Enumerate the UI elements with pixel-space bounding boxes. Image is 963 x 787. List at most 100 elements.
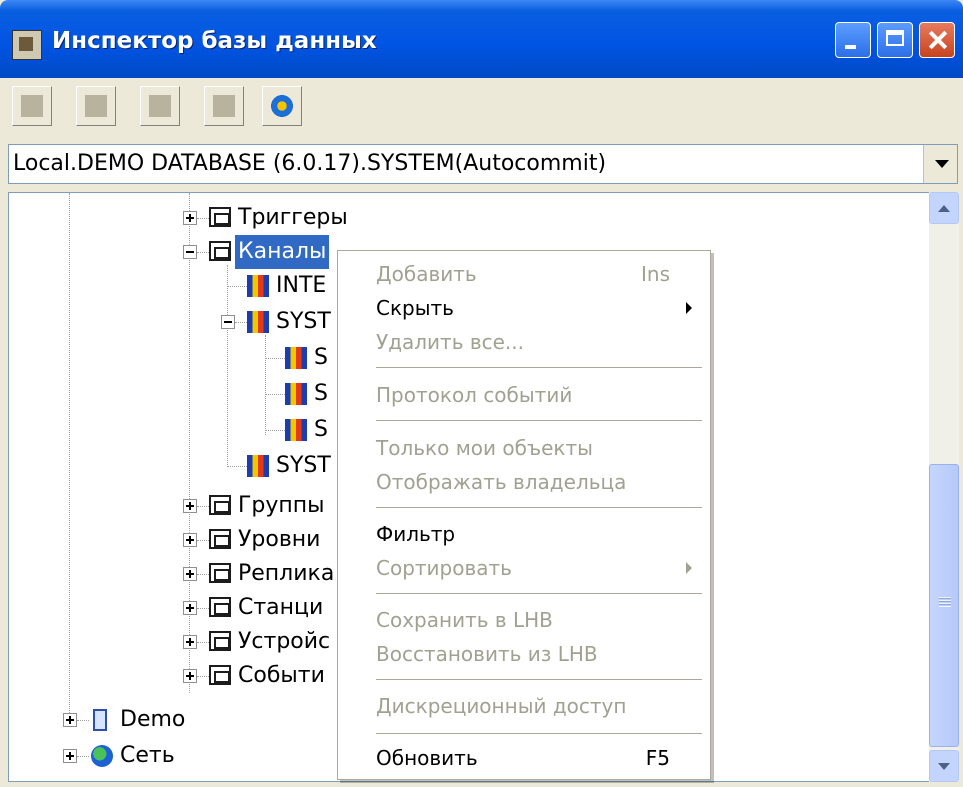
expand-icon[interactable] <box>183 499 197 513</box>
tree-node-events[interactable]: Событи <box>235 659 328 693</box>
tree-node-replicas[interactable]: Реплика <box>235 557 337 591</box>
tree-line <box>189 193 190 693</box>
tree-line <box>235 322 247 323</box>
menu-item-only-my-objects[interactable]: Только мои объекты <box>376 431 700 465</box>
tree-node-channel-syst[interactable]: SYST <box>273 449 334 483</box>
expand-icon[interactable] <box>63 713 77 727</box>
window-button[interactable] <box>204 86 244 126</box>
tree-line <box>197 540 209 541</box>
channel-icon <box>247 275 269 297</box>
expand-icon[interactable] <box>183 601 197 615</box>
connection-value: Local.DEMO DATABASE (6.0.17).SYSTEM(Auto… <box>13 151 607 176</box>
vertical-scrollbar[interactable] <box>929 192 959 782</box>
menu-shortcut: F5 <box>645 746 670 770</box>
tree-line <box>197 574 209 575</box>
channel-icon <box>285 419 307 441</box>
tree-node-groups[interactable]: Группы <box>235 489 328 523</box>
chevron-down-icon[interactable] <box>923 145 957 183</box>
folder-icon <box>209 241 231 261</box>
menu-item-add[interactable]: Добавить Ins <box>376 257 700 291</box>
tree-node-channel-child[interactable]: S <box>311 413 331 447</box>
toolbar <box>0 78 963 134</box>
menu-item-label: Восстановить из LHB <box>376 642 598 666</box>
menu-item-label: Дискреционный доступ <box>376 694 627 718</box>
menu-item-delete-all[interactable]: Удалить все... <box>376 325 700 359</box>
menu-item-refresh[interactable]: Обновить F5 <box>376 741 700 775</box>
maximize-button[interactable] <box>877 22 913 58</box>
scroll-up-button[interactable] <box>929 192 959 224</box>
tree-line <box>197 506 209 507</box>
menu-item-sort[interactable]: Сортировать <box>376 551 700 585</box>
bell-button[interactable] <box>140 86 180 126</box>
submenu-arrow-icon <box>686 562 692 574</box>
menu-item-label: Сортировать <box>376 556 512 580</box>
refresh-globe-icon <box>271 95 293 117</box>
folder-icon <box>209 495 231 515</box>
tree-node-demo[interactable]: Demo <box>117 703 188 737</box>
user-button[interactable] <box>76 86 116 126</box>
expand-icon[interactable] <box>63 749 77 763</box>
globe-icon <box>91 745 113 767</box>
window-title: Инспектор базы данных <box>52 28 377 54</box>
channel-icon <box>247 455 269 477</box>
add-button[interactable] <box>12 86 52 126</box>
tree-line <box>197 608 209 609</box>
tree-line <box>197 676 209 677</box>
add-icon <box>21 95 43 117</box>
menu-item-show-owner[interactable]: Отображать владельца <box>376 465 700 499</box>
refresh-globe-button[interactable] <box>262 86 302 126</box>
menu-shortcut: Ins <box>641 262 670 286</box>
tree-line <box>265 430 285 431</box>
menu-separator <box>376 733 702 734</box>
expand-icon[interactable] <box>183 635 197 649</box>
folder-icon <box>209 597 231 617</box>
menu-item-filter[interactable]: Фильтр <box>376 517 700 551</box>
database-icon <box>93 709 107 731</box>
scroll-down-button[interactable] <box>929 750 959 782</box>
window-icon <box>213 95 235 117</box>
menu-item-label: Только мои объекты <box>376 436 593 460</box>
tree-node-channel-child[interactable]: S <box>311 377 331 411</box>
menu-separator <box>376 593 702 594</box>
expand-icon[interactable] <box>183 669 197 683</box>
menu-item-discretionary-access[interactable]: Дискреционный доступ <box>376 689 700 723</box>
menu-separator <box>376 367 702 368</box>
tree-line <box>197 252 209 253</box>
menu-item-hide[interactable]: Скрыть <box>376 291 700 325</box>
title-bar[interactable]: Инспектор базы данных <box>0 0 963 90</box>
tree-node-channels[interactable]: Каналы <box>235 235 330 269</box>
tree-line <box>227 466 247 467</box>
channel-icon <box>285 383 307 405</box>
menu-item-label: Удалить все... <box>376 330 525 354</box>
scroll-thumb[interactable] <box>929 464 959 747</box>
collapse-icon[interactable] <box>183 245 197 259</box>
expand-icon[interactable] <box>183 567 197 581</box>
tree-line <box>265 335 266 435</box>
expand-icon[interactable] <box>183 533 197 547</box>
collapse-icon[interactable] <box>221 315 235 329</box>
expand-icon[interactable] <box>183 211 197 225</box>
menu-item-label: Сохранить в LHB <box>376 608 553 632</box>
tree-node-devices[interactable]: Устройс <box>235 625 333 659</box>
folder-icon <box>209 631 231 651</box>
tree-node-channel-syst[interactable]: SYST <box>273 305 334 339</box>
tree-node-stations[interactable]: Станци <box>235 591 326 625</box>
channel-icon <box>247 311 269 333</box>
folder-icon <box>209 207 231 227</box>
tree-line <box>197 642 209 643</box>
connection-select[interactable]: Local.DEMO DATABASE (6.0.17).SYSTEM(Auto… <box>8 144 958 184</box>
tree-line <box>227 286 247 287</box>
tree-node-network[interactable]: Сеть <box>117 739 178 773</box>
tree-node-channel-inte[interactable]: INTE <box>273 269 329 303</box>
menu-separator <box>376 420 702 421</box>
minimize-button[interactable] <box>835 22 871 58</box>
close-button[interactable] <box>919 22 955 58</box>
tree-line <box>77 756 89 757</box>
menu-item-restore-lhb[interactable]: Восстановить из LHB <box>376 637 700 671</box>
menu-item-label: Скрыть <box>376 296 454 320</box>
tree-node-triggers[interactable]: Триггеры <box>235 201 351 235</box>
tree-node-levels[interactable]: Уровни <box>235 523 323 557</box>
menu-item-event-log[interactable]: Протокол событий <box>376 378 700 412</box>
tree-node-channel-child[interactable]: S <box>311 341 331 375</box>
menu-item-save-lhb[interactable]: Сохранить в LHB <box>376 603 700 637</box>
